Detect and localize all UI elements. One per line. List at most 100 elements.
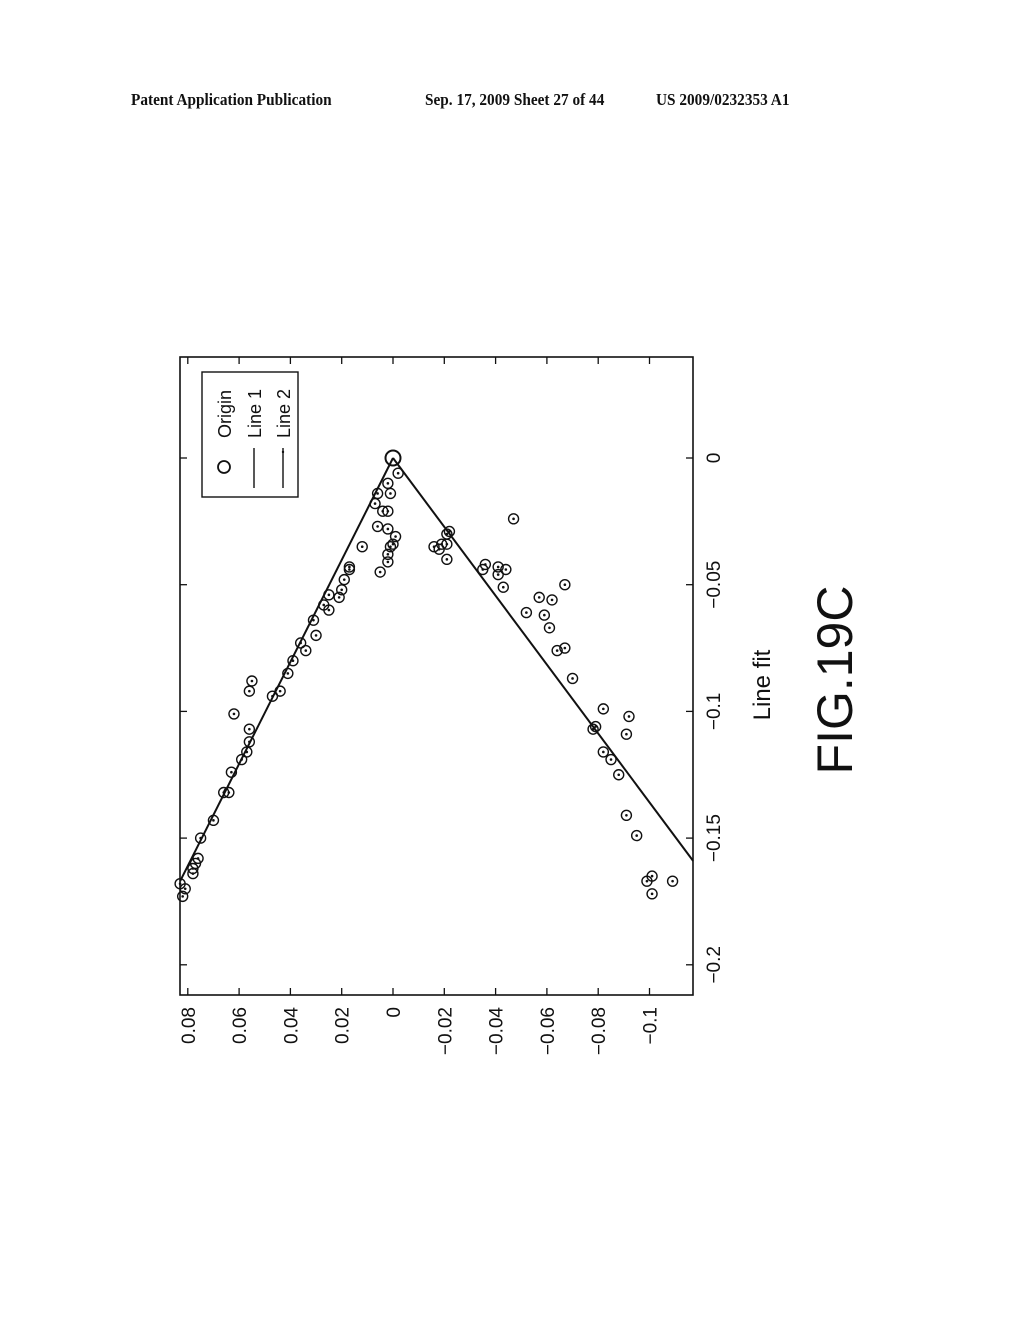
- data-point-dot: [445, 532, 449, 536]
- data-point: [666, 875, 679, 887]
- data-point-dot: [248, 689, 251, 693]
- fit-line-2: [392, 457, 694, 862]
- data-point-dot: [591, 727, 595, 731]
- data-point-dot: [550, 598, 554, 602]
- data-point: [546, 594, 558, 606]
- y-tick-label: 0.06: [230, 1007, 251, 1044]
- data-point: [559, 579, 571, 591]
- x-tick-label: 0: [704, 453, 725, 464]
- data-point: [520, 606, 533, 619]
- data-point-dot: [548, 626, 551, 630]
- data-point-dot: [609, 758, 613, 761]
- y-tick-label: −0.08: [589, 1007, 610, 1055]
- data-point-dot: [617, 773, 621, 777]
- data-point-dot: [304, 649, 308, 652]
- data-point-dot: [496, 573, 500, 576]
- y-tick-label: −0.1: [641, 1007, 662, 1045]
- data-point-dot: [299, 641, 302, 645]
- x-tick-label: −0.15: [704, 814, 725, 862]
- scatter-chart: 0.08 0.06 0.04 0.02 0 −0.02 −0.04 −0.06 −0.08 −0.…: [174, 356, 776, 1056]
- data-point-dot: [250, 679, 254, 683]
- data-point-dot: [525, 611, 528, 614]
- y-tick-label: 0.08: [179, 1007, 200, 1044]
- data-point-dot: [394, 535, 397, 538]
- data-point: [356, 540, 368, 553]
- data-point: [605, 753, 617, 766]
- data-point-dot: [348, 565, 351, 569]
- data-point-dot: [342, 578, 346, 581]
- legend-label: Line 2: [274, 389, 294, 438]
- data-point-dot: [512, 517, 515, 521]
- data-point-dot: [437, 547, 441, 551]
- data-point: [543, 622, 556, 634]
- data-point-dot: [327, 593, 331, 597]
- y-tick-label: 0.02: [333, 1007, 354, 1044]
- data-point-dot: [348, 568, 351, 571]
- data-point-dot: [337, 596, 341, 599]
- data-point-dot: [563, 583, 567, 586]
- data-point-dot: [389, 492, 392, 495]
- data-point-dot: [627, 715, 631, 718]
- data-point-dot: [650, 874, 654, 878]
- data-point: [597, 703, 610, 715]
- data-point-dot: [555, 649, 559, 652]
- data-point: [507, 513, 520, 525]
- data-point-dot: [671, 879, 674, 883]
- legend-label: Line 1: [245, 389, 265, 438]
- data-point-dot: [563, 646, 567, 650]
- data-point-dot: [501, 585, 505, 589]
- data-point-dot: [602, 707, 605, 711]
- y-tick-label: 0: [384, 1007, 405, 1018]
- data-point-dot: [635, 834, 638, 837]
- data-point-dot: [378, 570, 382, 574]
- data-point-dot: [230, 770, 233, 774]
- data-point-dot: [212, 819, 215, 822]
- data-point-dot: [240, 758, 243, 761]
- data-point-dot: [248, 727, 251, 731]
- fit-line-1: [179, 457, 394, 882]
- data-point: [382, 477, 394, 490]
- y-tick-label: −0.04: [487, 1007, 508, 1056]
- legend-label: Origin: [215, 390, 235, 438]
- data-point-dot: [481, 568, 485, 571]
- data-point: [187, 867, 199, 880]
- data-point: [228, 708, 240, 720]
- data-point-dot: [291, 659, 295, 663]
- data-point: [382, 523, 394, 535]
- data-point: [246, 675, 258, 687]
- data-point: [566, 672, 579, 685]
- data-point-dot: [386, 552, 390, 556]
- data-point: [374, 566, 386, 578]
- figure-19c: 0.08 0.06 0.04 0.02 0 −0.02 −0.04 −0.06 −0.08 −0.…: [174, 356, 863, 1056]
- data-point-dot: [386, 509, 390, 513]
- data-point: [369, 497, 381, 510]
- data-point: [243, 723, 256, 735]
- data-point: [597, 746, 610, 758]
- data-point-dot: [602, 750, 605, 754]
- data-point-dot: [312, 618, 315, 622]
- data-point-dot: [322, 603, 326, 607]
- data-point: [300, 644, 312, 657]
- data-point-dot: [386, 560, 390, 564]
- data-point: [646, 888, 658, 900]
- data-point-dot: [183, 887, 187, 891]
- data-point-dot: [245, 750, 249, 754]
- data-point-dot: [248, 740, 251, 744]
- data-point-dot: [496, 565, 500, 569]
- figure-label: FIG.19C: [807, 586, 863, 775]
- data-point: [441, 553, 453, 566]
- data-point: [630, 829, 643, 842]
- data-point-dot: [373, 502, 377, 505]
- data-point: [243, 685, 256, 697]
- data-point-dot: [271, 694, 274, 698]
- data-point: [613, 769, 625, 781]
- data-point-dot: [191, 872, 195, 875]
- data-point: [384, 487, 397, 500]
- data-point: [623, 710, 635, 723]
- data-point-dot: [389, 545, 392, 548]
- data-point: [492, 568, 504, 581]
- data-point: [371, 520, 384, 533]
- data-point-dot: [222, 791, 226, 794]
- data-point-dot: [396, 471, 400, 475]
- data-point: [382, 556, 394, 568]
